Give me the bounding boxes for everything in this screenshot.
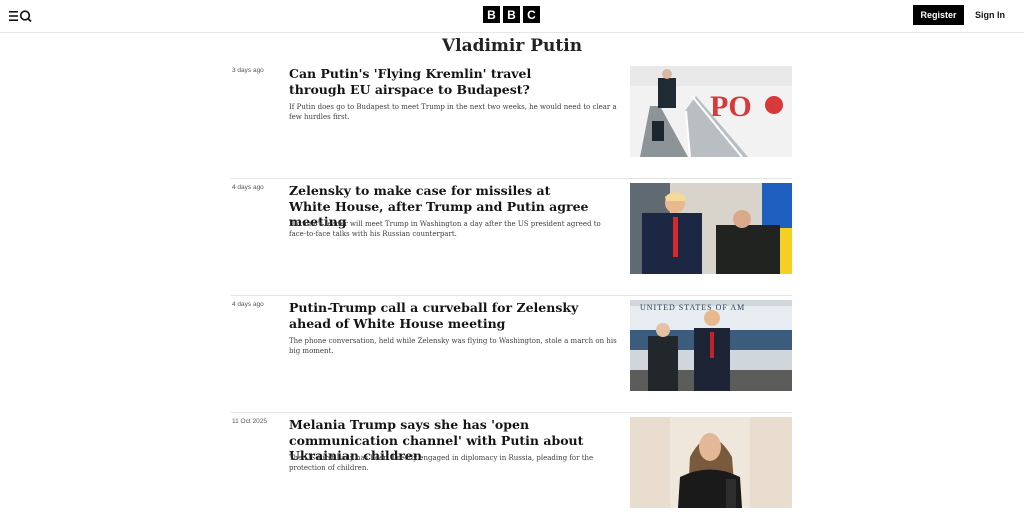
article-summary: If Putin does go to Budapest to meet Tru… <box>289 103 617 121</box>
article-thumbnail[interactable] <box>630 183 792 274</box>
article-headline[interactable]: Putin-Trump call a curveball for Zelensk… <box>289 300 589 331</box>
article-card[interactable]: 4 days ago Zelensky to make case for mis… <box>231 179 792 296</box>
logo-letter: B <box>503 6 520 23</box>
plane-lettering: UNITED STATES OF AM <box>640 303 745 312</box>
register-button[interactable]: Register <box>913 5 964 25</box>
article-card[interactable]: 4 days ago Putin-Trump call a curveball … <box>231 296 792 413</box>
article-summary: Ukraine's leader will meet Trump in Wash… <box>289 220 601 238</box>
sign-in-link[interactable]: Sign In <box>975 5 1005 25</box>
article-headline[interactable]: Can Putin's 'Flying Kremlin' travel thro… <box>289 66 589 97</box>
logo-letter: C <box>523 6 540 23</box>
article-thumbnail[interactable] <box>630 417 792 508</box>
logo-letter: B <box>483 6 500 23</box>
page-title: Vladimir Putin <box>441 36 583 56</box>
article-summary: The phone conversation, held while Zelen… <box>289 337 617 355</box>
article-thumbnail[interactable]: UNITED STATES OF AM <box>630 300 792 391</box>
article-card[interactable]: 3 days ago Can Putin's 'Flying Kremlin' … <box>231 62 792 179</box>
bbc-logo[interactable]: B B C <box>483 6 540 23</box>
menu-search-button[interactable] <box>9 8 33 24</box>
plane-lettering: PO <box>710 90 752 123</box>
article-thumbnail[interactable]: PO <box>630 66 792 157</box>
menu-icon <box>9 10 32 23</box>
article-date: 11 Oct 2025 <box>232 418 267 425</box>
article-list: 3 days ago Can Putin's 'Flying Kremlin' … <box>231 62 792 529</box>
article-card[interactable]: 11 Oct 2025 Melania Trump says she has '… <box>231 413 792 529</box>
article-summary: The US First Lady has been directly enga… <box>289 454 594 472</box>
site-header: B B C Register Sign In <box>0 0 1024 33</box>
article-date: 4 days ago <box>232 184 264 191</box>
article-date: 3 days ago <box>232 67 264 74</box>
article-date: 4 days ago <box>232 301 264 308</box>
